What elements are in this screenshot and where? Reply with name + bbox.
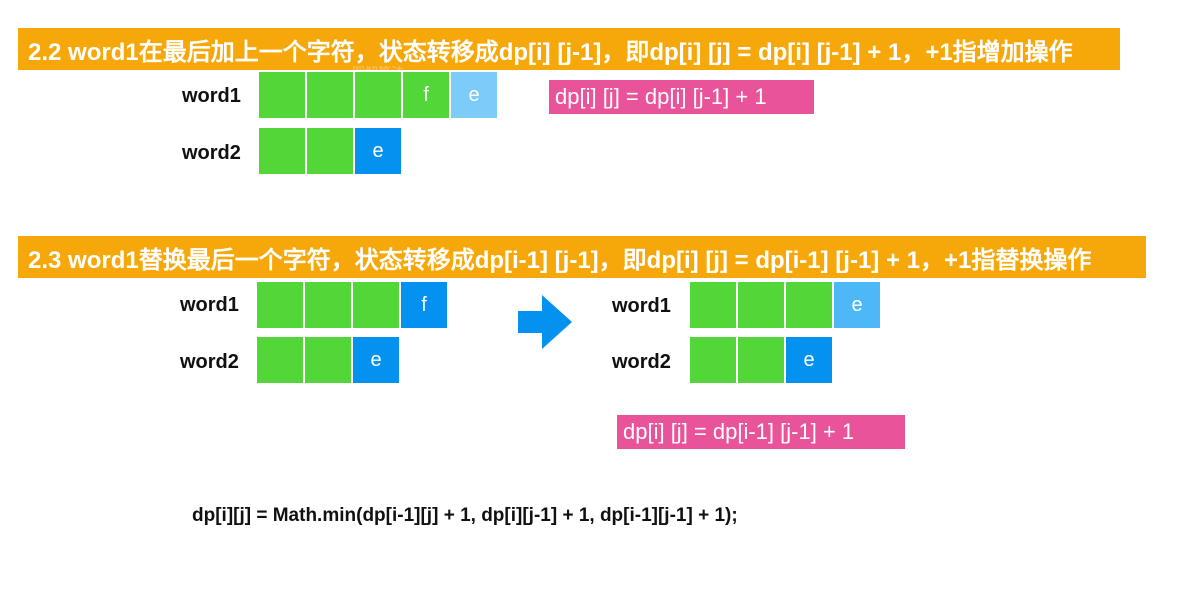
section-23-before-word1-row: f (256, 281, 448, 329)
final-formula: dp[i][j] = Math.min(dp[i-1][j] + 1, dp[i… (192, 505, 738, 526)
section-23-before-word2-cell-3: e (352, 336, 400, 384)
section-22-word2-cell-3: e (354, 127, 402, 175)
section-23-after-word2-label: word2 (612, 351, 671, 373)
section-22-word2-label: word2 (182, 142, 241, 164)
section-23-after-word1-label: word1 (612, 295, 671, 317)
section-22-word1-row: f e (258, 71, 498, 119)
section-22-word2-row: e (258, 127, 402, 175)
section-23-before-word2-label: word2 (180, 351, 239, 373)
section-23-result: dp[i] [j] = dp[i-1] [j-1] + 1 (617, 415, 905, 449)
section-22-banner: 2.2 word1在最后加上一个字符，状态转移成dp[i] [j-1]，即dp[… (18, 28, 1120, 70)
section-23-after-word2-cell-1 (689, 336, 737, 384)
section-22-word1-cell-5: e (450, 71, 498, 119)
section-23-after-word1-row: e (689, 281, 881, 329)
section-23-before-word2-cell-2 (304, 336, 352, 384)
section-23-before-word2-row: e (256, 336, 400, 384)
section-23-before-word2-cell-1 (256, 336, 304, 384)
section-23-before-word1-cell-1 (256, 281, 304, 329)
section-23-after-word1-cell-1 (689, 281, 737, 329)
section-23-after-word2-cell-3: e (785, 336, 833, 384)
right-arrow-icon (518, 295, 572, 349)
section-23-after-word2-row: e (689, 336, 833, 384)
section-22-result: dp[i] [j] = dp[i] [j-1] + 1 (549, 80, 814, 114)
section-23-before-word1-cell-3 (352, 281, 400, 329)
section-22-word1-cell-3 (354, 71, 402, 119)
section-22-word2-cell-1 (258, 127, 306, 175)
section-22-word1-cell-2 (306, 71, 354, 119)
section-22-word1-label: word1 (182, 85, 241, 107)
section-23-after-word1-cell-2 (737, 281, 785, 329)
section-22-word1-cell-4: f (402, 71, 450, 119)
section-23-after-word2-cell-2 (737, 336, 785, 384)
section-22-word1-cell-1 (258, 71, 306, 119)
section-22-word2-cell-2 (306, 127, 354, 175)
section-23-before-word1-cell-4: f (400, 281, 448, 329)
section-23-after-word1-cell-4: e (833, 281, 881, 329)
section-23-before-word1-cell-2 (304, 281, 352, 329)
section-23-before-word1-label: word1 (180, 294, 239, 316)
section-23-after-word1-cell-3 (785, 281, 833, 329)
section-23-banner: 2.3 word1替换最后一个字符，状态转移成dp[i-1] [j-1]，即dp… (18, 236, 1146, 278)
